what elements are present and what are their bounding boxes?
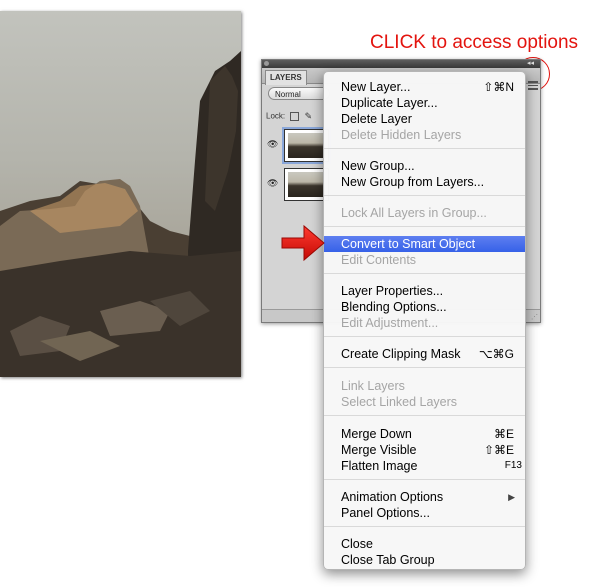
- lock-transparency-icon[interactable]: [290, 112, 300, 121]
- menu-separator: [324, 367, 525, 368]
- menu-separator: [324, 336, 525, 337]
- menu-item-label: Delete Layer: [341, 112, 412, 126]
- menu-shortcut: F13: [504, 460, 522, 471]
- menu-item-label: Duplicate Layer...: [341, 96, 438, 110]
- panel-menu-icon[interactable]: [527, 79, 539, 90]
- submenu-arrow-icon: ▶: [508, 492, 515, 502]
- menu-item-label: Layer Properties...: [341, 284, 444, 298]
- lock-label: Lock:: [266, 111, 286, 121]
- menu-item-animation-options[interactable]: Animation Options ▶: [324, 489, 525, 505]
- menu-item-label: Select Linked Layers: [341, 395, 458, 409]
- menu-shortcut: ⌘E: [493, 427, 514, 441]
- menu-item-new-group-from-layers[interactable]: New Group from Layers...: [324, 174, 525, 190]
- panel-options-menu: New Layer... ⇧⌘N Duplicate Layer... Delet…: [323, 71, 526, 570]
- menu-item-label: Edit Adjustment...: [341, 316, 439, 330]
- menu-item-label: New Group from Layers...: [341, 175, 485, 189]
- menu-item-label: Lock All Layers in Group...: [341, 206, 487, 220]
- menu-item-label: Flatten Image: [341, 459, 418, 473]
- menu-item-label: Animation Options: [341, 490, 444, 504]
- menu-item-label: Close: [341, 537, 373, 551]
- menu-shortcut: ⇧⌘E: [483, 443, 514, 457]
- menu-item-panel-options[interactable]: Panel Options...: [324, 505, 525, 521]
- panel-close-button[interactable]: [264, 61, 269, 66]
- tab-layers[interactable]: LAYERS: [265, 70, 307, 85]
- menu-item-edit-adjustment: Edit Adjustment...: [324, 315, 525, 331]
- menu-item-label: Merge Visible: [341, 443, 417, 457]
- red-arrow-icon: [281, 224, 325, 262]
- menu-item-convert-to-smart-object[interactable]: Convert to Smart Object: [324, 236, 525, 252]
- menu-separator: [324, 415, 525, 416]
- blend-mode-select[interactable]: Normal: [268, 87, 330, 100]
- menu-separator: [324, 479, 525, 480]
- collapse-icon[interactable]: ◂◂: [527, 60, 534, 68]
- menu-item-label: Delete Hidden Layers: [341, 128, 462, 142]
- menu-shortcut: ⌥⌘G: [478, 347, 514, 361]
- menu-separator: [324, 226, 525, 227]
- menu-separator: [324, 526, 525, 527]
- menu-separator: [324, 273, 525, 274]
- menu-item-select-linked-layers: Select Linked Layers: [324, 394, 525, 410]
- menu-item-label: Link Layers: [341, 379, 405, 393]
- menu-item-flatten-image[interactable]: Flatten Image F13: [324, 458, 525, 474]
- menu-item-close[interactable]: Close: [324, 536, 525, 552]
- menu-item-create-clipping-mask[interactable]: Create Clipping Mask ⌥⌘G: [324, 346, 525, 362]
- menu-item-blending-options[interactable]: Blending Options...: [324, 299, 525, 315]
- menu-item-lock-all-layers: Lock All Layers in Group...: [324, 205, 525, 221]
- resize-grip-icon[interactable]: ⋰: [531, 313, 538, 321]
- menu-item-label: Convert to Smart Object: [341, 237, 476, 251]
- menu-item-label: Close Tab Group: [341, 553, 435, 567]
- menu-item-label: Create Clipping Mask: [341, 347, 461, 361]
- menu-item-layer-properties[interactable]: Layer Properties...: [324, 283, 525, 299]
- menu-shortcut: ⇧⌘N: [483, 80, 514, 94]
- menu-item-new-group[interactable]: New Group...: [324, 158, 525, 174]
- annotation-caption: CLICK to access options: [370, 32, 579, 53]
- menu-item-label: Merge Down: [341, 427, 412, 441]
- menu-item-label: Panel Options...: [341, 506, 430, 520]
- menu-item-link-layers: Link Layers: [324, 378, 525, 394]
- menu-item-new-layer[interactable]: New Layer... ⇧⌘N: [324, 79, 525, 95]
- ruins-illustration: [0, 51, 241, 377]
- menu-item-merge-down[interactable]: Merge Down ⌘E: [324, 426, 525, 442]
- menu-item-edit-contents: Edit Contents: [324, 252, 525, 268]
- menu-item-delete-layer[interactable]: Delete Layer: [324, 111, 525, 127]
- menu-item-label: Blending Options...: [341, 300, 447, 314]
- menu-item-label: New Group...: [341, 159, 415, 173]
- menu-item-merge-visible[interactable]: Merge Visible ⇧⌘E: [324, 442, 525, 458]
- menu-item-close-tab-group[interactable]: Close Tab Group: [324, 552, 525, 568]
- eye-icon[interactable]: 👁: [267, 178, 279, 188]
- menu-item-label: Edit Contents: [341, 253, 417, 267]
- menu-item-delete-hidden-layers: Delete Hidden Layers: [324, 127, 525, 143]
- eye-icon[interactable]: 👁: [267, 139, 279, 149]
- brush-icon[interactable]: ✎: [305, 111, 313, 122]
- menu-separator: [324, 148, 525, 149]
- menu-item-duplicate-layer[interactable]: Duplicate Layer...: [324, 95, 525, 111]
- panel-titlebar: ◂◂: [262, 60, 540, 68]
- lock-row: Lock: ✎: [266, 111, 312, 122]
- menu-separator: [324, 195, 525, 196]
- menu-item-label: New Layer...: [341, 80, 411, 94]
- ruins-photo: [0, 11, 241, 377]
